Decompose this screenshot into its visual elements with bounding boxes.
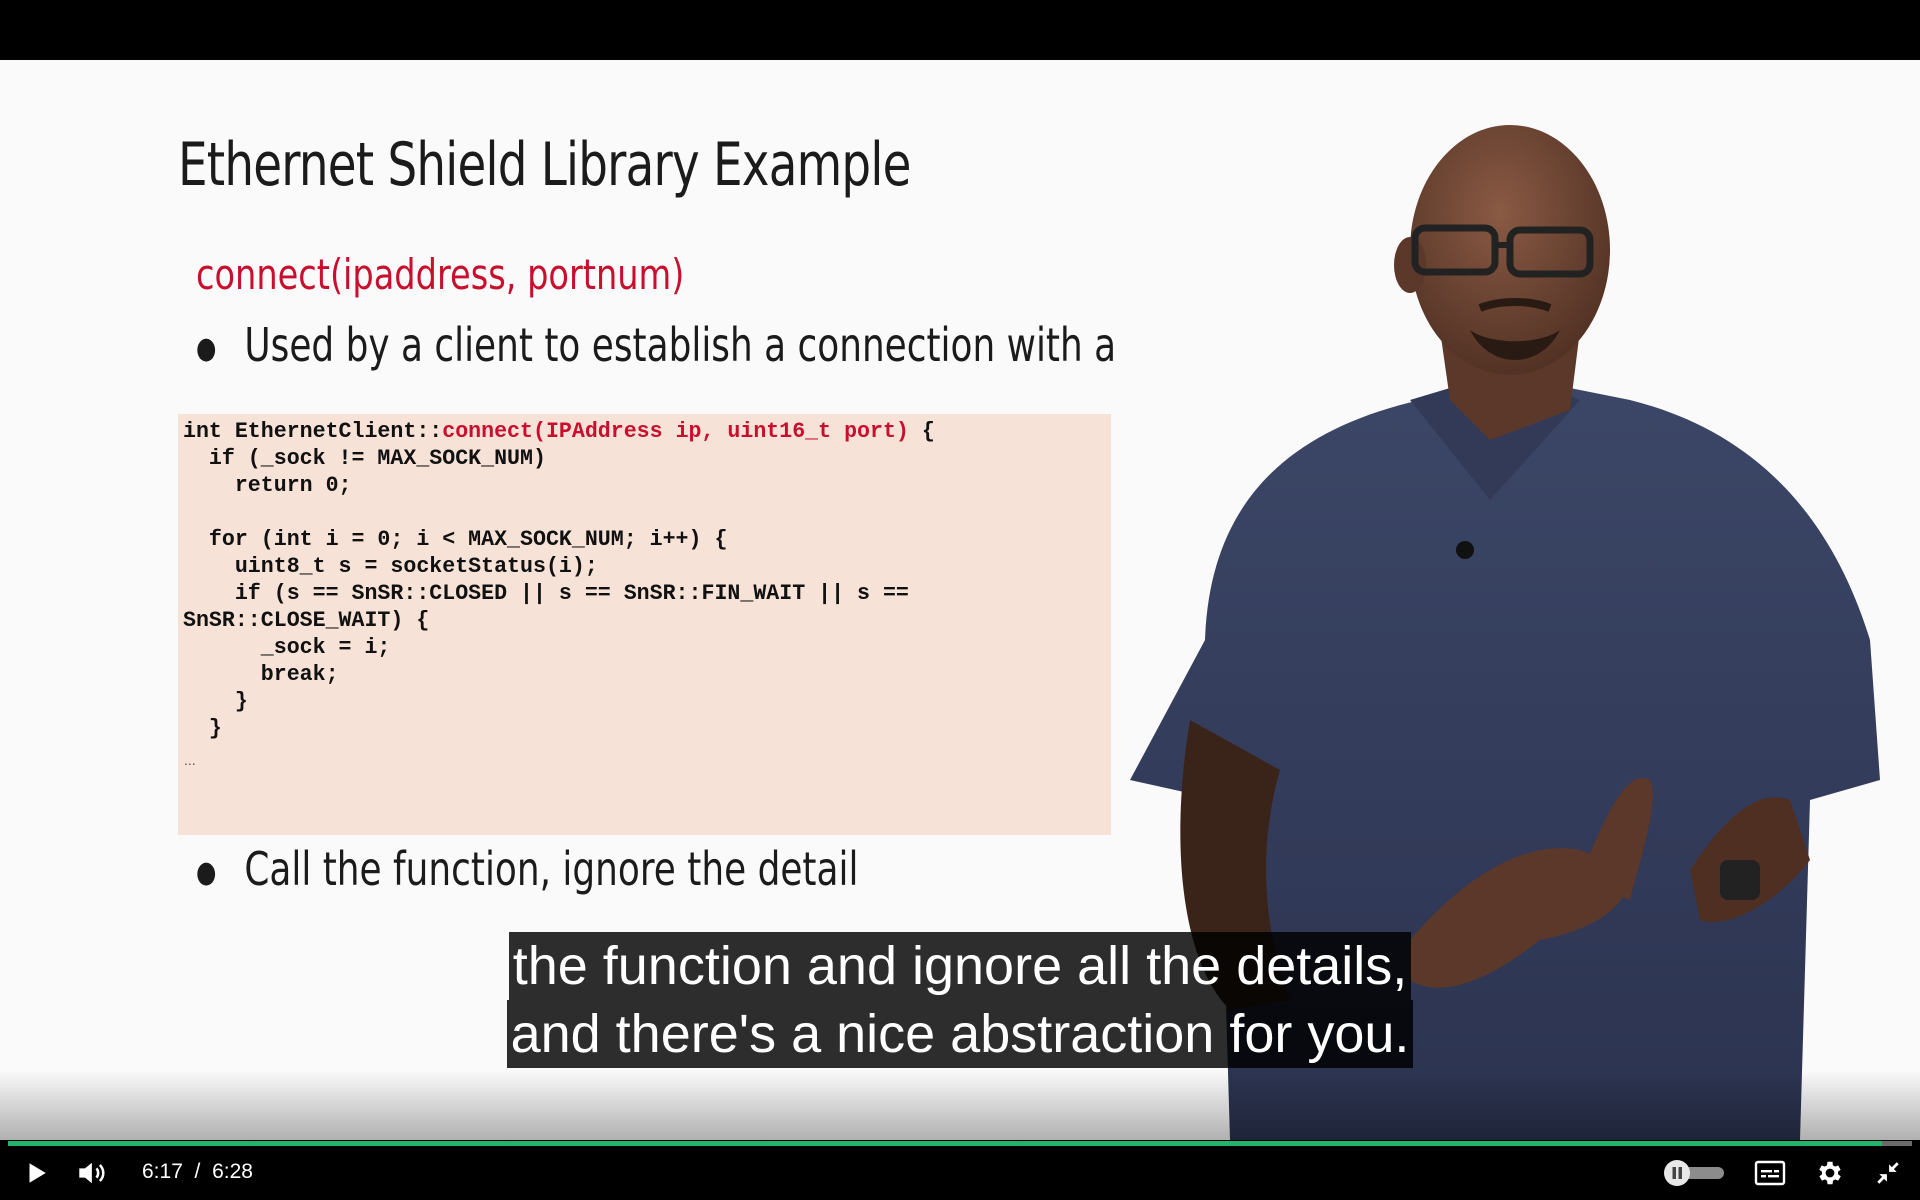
slide-bullet: ● Used by a client to establish a connect… (196, 318, 1117, 372)
time-display: 6:17 / 6:28 (142, 1160, 253, 1184)
player-controls (0, 1146, 1920, 1200)
code-body: if (_sock != MAX_SOCK_NUM) return 0; for… (183, 445, 909, 741)
settings-button[interactable] (1810, 1146, 1850, 1200)
current-time: 6:17 (142, 1160, 183, 1183)
code-line1-highlight: connect(IPAddress ip, uint16_t port) (442, 418, 909, 444)
caption-line: and there's a nice abstraction for you. (506, 1000, 1414, 1068)
play-button[interactable] (14, 1146, 58, 1200)
autoplay-toggle[interactable] (1656, 1146, 1730, 1200)
code-line1-suffix: { (908, 418, 935, 444)
caption-line: the function and ignore all the details, (508, 932, 1412, 1000)
time-separator: / (194, 1160, 201, 1183)
slide-title: Ethernet Shield Library Example (178, 130, 911, 200)
slide-bullet-text: Used by a client to establish a connecti… (244, 318, 1117, 372)
volume-button[interactable] (70, 1146, 116, 1200)
gear-icon (1819, 1161, 1841, 1185)
slide-subtitle: connect(ipaddress, portnum) (196, 250, 685, 299)
duration: 6:28 (212, 1160, 253, 1183)
code-line1-prefix: int EthernetClient:: (183, 418, 443, 444)
slide-bullet-text: Call the function, ignore the detail (244, 842, 859, 896)
exit-fullscreen-button[interactable] (1868, 1146, 1908, 1200)
exit-fullscreen-icon (1877, 1162, 1899, 1184)
slide-bullet: ● Call the function, ignore the detail (196, 842, 859, 896)
captions-overlay: the function and ignore all the details,… (0, 932, 1920, 1068)
autoplay-toggle-icon (1664, 1160, 1724, 1186)
captions-button[interactable] (1750, 1146, 1790, 1200)
volume-icon (79, 1162, 105, 1184)
play-icon (29, 1163, 46, 1183)
letterbox-top (0, 0, 1920, 60)
code-ellipsis: ... (184, 752, 196, 768)
code-block: int EthernetClient::connect(IPAddress ip… (183, 418, 935, 742)
captions-icon (1754, 1160, 1786, 1186)
